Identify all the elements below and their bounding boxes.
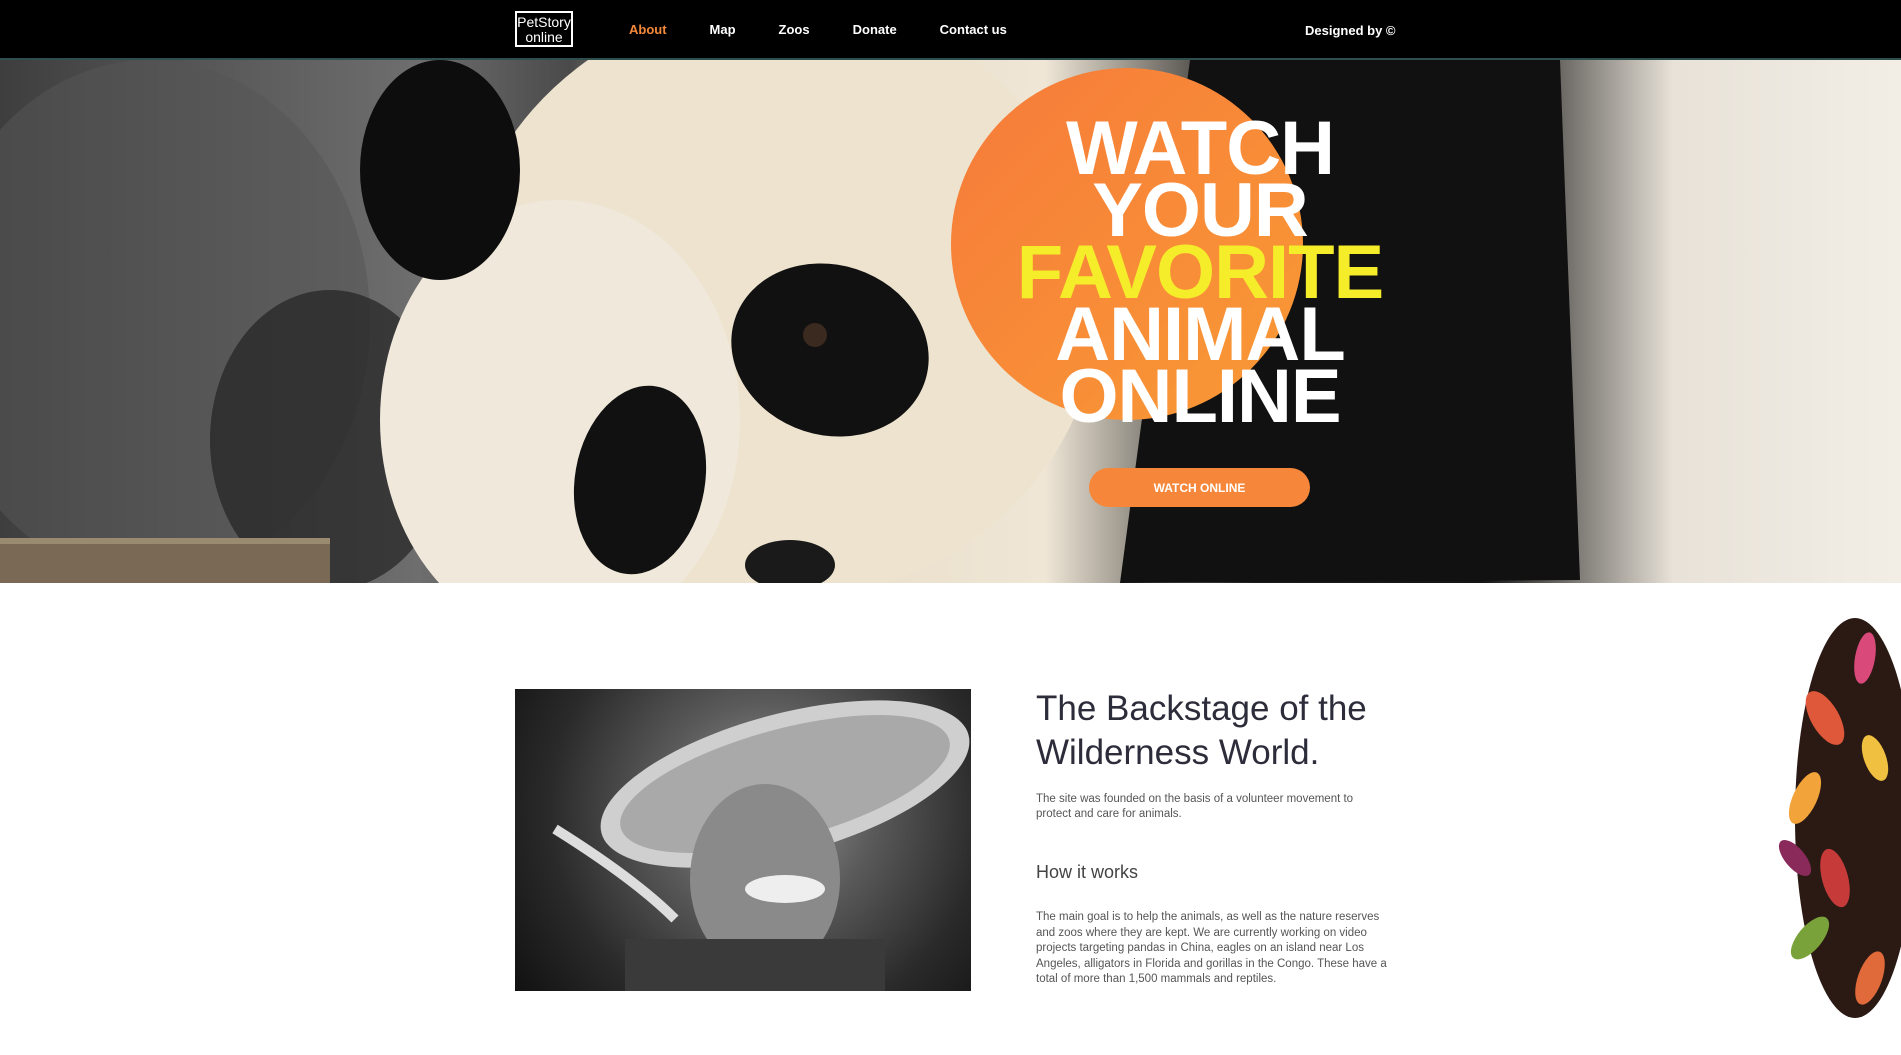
farmer-portrait-illustration — [552, 700, 970, 991]
nav-link-zoos[interactable]: Zoos — [779, 22, 810, 37]
nav-link-map[interactable]: Map — [710, 22, 736, 37]
site-logo[interactable]: PetStory online — [515, 11, 573, 47]
designed-by-credit: Designed by © — [1305, 23, 1396, 38]
logo-text-line1: PetStory — [517, 14, 571, 30]
nav-link-contact[interactable]: Contact us — [940, 22, 1007, 37]
hero-headline: WATCH YOUR FAVORITE ANIMAL ONLINE — [990, 111, 1410, 439]
intro-paragraph: The site was founded on the basis of a v… — [1036, 793, 1354, 820]
farmer-portrait-image — [515, 689, 971, 991]
nav-link-about[interactable]: About — [629, 22, 667, 37]
hero-banner: WATCH YOUR FAVORITE ANIMAL ONLINE WATCH … — [0, 60, 1901, 583]
watch-online-button[interactable]: WATCH ONLINE — [1089, 468, 1310, 507]
section-title: The Backstage of the Wilderness World. — [1036, 689, 1367, 772]
how-it-works-heading: How it works — [1036, 862, 1139, 882]
how-it-works-paragraph: The main goal is to help the animals, as… — [1036, 911, 1387, 985]
top-navbar: PetStory online About Map Zoos Donate Co… — [0, 0, 1901, 60]
headline-line-online: ONLINE — [1059, 354, 1341, 439]
decorative-leaves-image — [1778, 618, 1901, 1018]
panda-hero-image — [0, 60, 1580, 583]
nav-menu: About Map Zoos Donate Contact us — [629, 0, 1050, 58]
nav-link-donate[interactable]: Donate — [853, 22, 897, 37]
logo-text-line2: online — [525, 29, 563, 45]
